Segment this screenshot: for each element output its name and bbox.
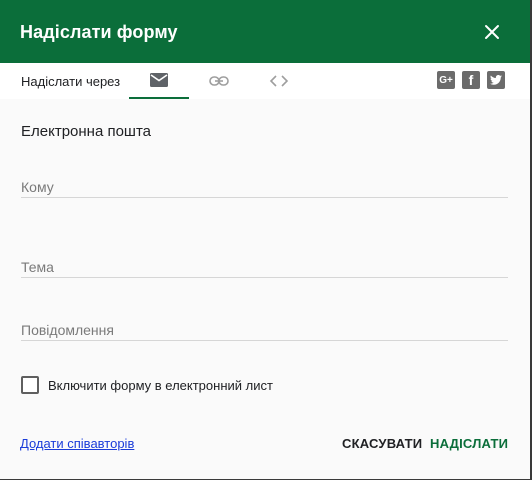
- add-collaborators-link[interactable]: Додати співавторів: [20, 436, 134, 451]
- tab-link[interactable]: [189, 63, 249, 99]
- envelope-icon: [150, 73, 168, 87]
- message-field[interactable]: Повідомлення: [21, 319, 508, 341]
- send-via-label: Надіслати через: [21, 74, 121, 89]
- include-form-checkbox[interactable]: [21, 376, 39, 394]
- send-form-dialog: Надіслати форму Надіслати через G+ f Еле…: [0, 0, 530, 479]
- code-icon: [269, 75, 289, 87]
- twitter-share-button[interactable]: [487, 71, 505, 89]
- google-plus-share-button[interactable]: G+: [437, 71, 455, 89]
- to-placeholder: Кому: [21, 179, 54, 195]
- subject-placeholder: Тема: [21, 259, 54, 275]
- email-section-title: Електронна пошта: [21, 123, 152, 140]
- cancel-button[interactable]: СКАСУВАТИ: [342, 436, 422, 451]
- message-placeholder: Повідомлення: [21, 322, 114, 338]
- include-form-label: Включити форму в електронний лист: [48, 378, 273, 393]
- tab-embed[interactable]: [249, 63, 309, 99]
- close-button[interactable]: [484, 24, 500, 40]
- dialog-header: Надіслати форму: [0, 0, 530, 63]
- link-icon: [209, 76, 229, 86]
- send-via-tabs: Надіслати через G+ f: [0, 63, 530, 99]
- twitter-icon: [490, 75, 502, 85]
- facebook-share-button[interactable]: f: [462, 71, 480, 89]
- facebook-icon: f: [468, 72, 474, 88]
- dialog-title: Надіслати форму: [20, 22, 178, 42]
- to-field[interactable]: Кому: [21, 176, 508, 198]
- send-button[interactable]: НАДІСЛАТИ: [430, 436, 508, 451]
- subject-field[interactable]: Тема: [21, 256, 508, 278]
- close-icon: [485, 25, 499, 39]
- tab-email[interactable]: [129, 63, 189, 99]
- google-plus-icon: G+: [439, 74, 453, 86]
